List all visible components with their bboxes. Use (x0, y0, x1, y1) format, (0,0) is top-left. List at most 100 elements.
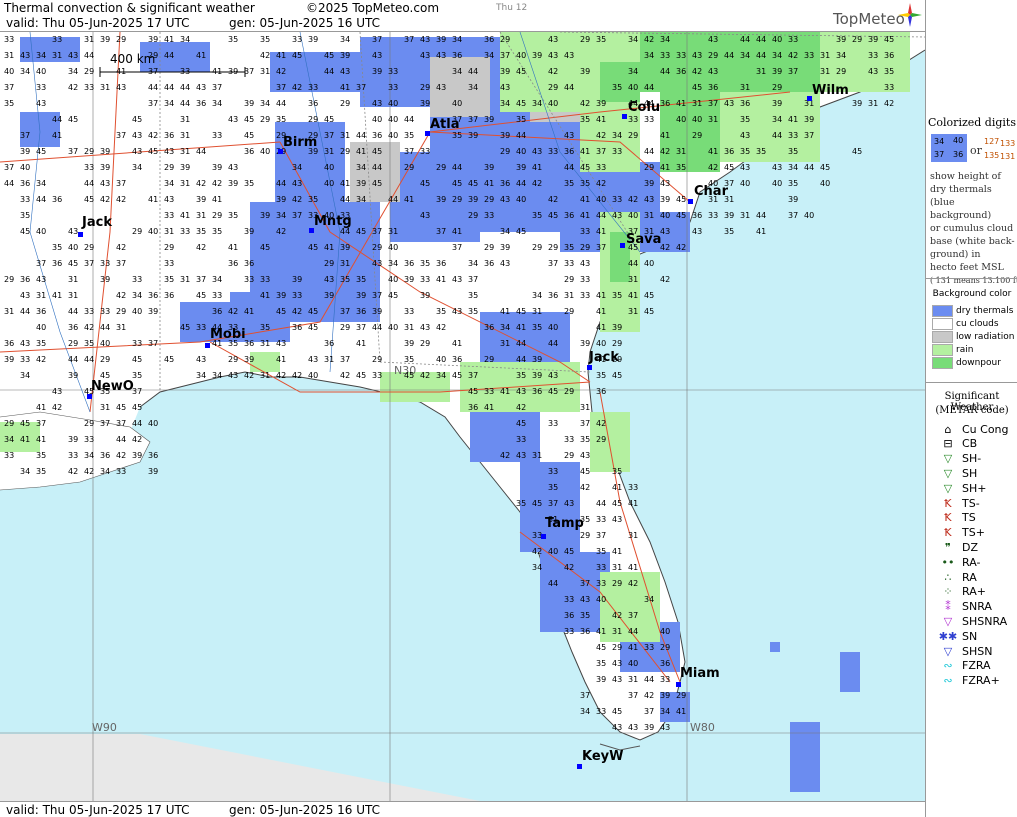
legend-panel: Colorized digits 34 40 37 36 or 127 133 … (925, 0, 1017, 817)
city-jack-fl[interactable]: Jack (589, 350, 619, 365)
legend-label: Cu Cong (962, 422, 1009, 436)
thermal-digit: 42 (260, 51, 271, 60)
thermal-digit: 39 (228, 67, 239, 76)
thermal-digit: 44 (100, 323, 111, 332)
thermal-digit: 45 (564, 547, 575, 556)
city-tamp[interactable]: Tamp (545, 516, 584, 531)
thermal-digit: 33 (420, 275, 431, 284)
city-miam[interactable]: Miam (680, 666, 720, 681)
thermal-digit: 35 (308, 195, 319, 204)
thermal-digit: 31 (68, 275, 79, 284)
thermal-digit: 40 (4, 67, 15, 76)
thermal-digit: 45 (884, 35, 895, 44)
thermal-digit: 44 (644, 83, 655, 92)
thermal-digit: 45 (612, 707, 623, 716)
city-wilm[interactable]: Wilm (812, 83, 849, 98)
thermal-digit: 39 (260, 211, 271, 220)
thermal-digit: 43 (196, 83, 207, 92)
thermal-digit: 33 (100, 259, 111, 268)
weather-map[interactable]: 400 km W90 W80 N30 33 33 31 39 29 39 41 34 35 35 3… (0, 32, 925, 801)
thermal-digit: 36 (468, 403, 479, 412)
thermal-digit: 33 (132, 275, 143, 284)
thermal-digit: 42 (100, 195, 111, 204)
thermal-digit: 45 (164, 355, 175, 364)
thermal-digit: 45 (36, 147, 47, 156)
thermal-digit: 29 (580, 243, 591, 252)
thermal-digit: 29 (148, 51, 159, 60)
thermal-digit: 40 (324, 179, 335, 188)
thermal-digit: 33 (580, 227, 591, 236)
thermal-digit: 29 (660, 643, 671, 652)
thermal-digit: 40 (148, 419, 159, 428)
thermal-digit: 29 (612, 643, 623, 652)
thermal-digit: 44 (468, 67, 479, 76)
thermal-digit: 39 (244, 227, 255, 236)
city-mobi[interactable]: Mobi (210, 327, 246, 342)
thermal-digit: 45 (68, 115, 79, 124)
thermal-digit: 36 (580, 627, 591, 636)
thermal-digit: 45 (516, 419, 527, 428)
thermal-digit: 33 (292, 35, 303, 44)
thermal-digit: 29 (372, 355, 383, 364)
city-atla[interactable]: Atla (430, 117, 460, 132)
thermal-digit: 34 (500, 323, 511, 332)
thermal-digit: 37 (324, 131, 335, 140)
thermal-digit: 45 (420, 179, 431, 188)
copyright: ©2025 TopMeteo.com (306, 1, 440, 15)
thermal-digit: 43 (692, 51, 703, 60)
thermal-digit: 41 (612, 547, 623, 556)
thermal-digit: 33 (660, 675, 671, 684)
thermal-digit: 43 (132, 131, 143, 140)
thermal-digit: 40 (772, 35, 783, 44)
thermal-digit: 45 (260, 243, 271, 252)
thermal-digit: 41 (36, 435, 47, 444)
thermal-digit: 40 (660, 627, 671, 636)
thermal-digit: 44 (548, 579, 559, 588)
city-char[interactable]: Char (694, 184, 728, 199)
thermal-digit: 33 (212, 291, 223, 300)
thermal-digit: 35 (532, 323, 543, 332)
thermal-digit: 31 (628, 307, 639, 316)
thermal-digit: 42 (36, 355, 47, 364)
thermal-digit: 31 (628, 675, 639, 684)
thermal-digit: 36 (660, 659, 671, 668)
thermal-digit: 36 (740, 99, 751, 108)
thermal-digit: 35 (468, 307, 479, 316)
thunderstorm-light-icon: Ꝁ (944, 496, 952, 510)
thermal-digit: 43 (68, 51, 79, 60)
thermal-digit: 43 (164, 195, 175, 204)
thermal-digit: 29 (532, 243, 543, 252)
thermal-digit: 45 (356, 227, 367, 236)
legend-rain: rain (932, 343, 973, 356)
city-birm[interactable]: Birm (283, 135, 317, 150)
city-keyw[interactable]: KeyW (582, 749, 623, 764)
city-mntg[interactable]: Mntg (314, 214, 352, 229)
thermal-digit: 43 (500, 83, 511, 92)
thermal-digit: 40 (596, 595, 607, 604)
thermal-digit: 45 (452, 371, 463, 380)
city-colu[interactable]: Colu (628, 100, 660, 115)
thermal-digit: 40 (388, 275, 399, 284)
thermal-digit: 41 (260, 291, 271, 300)
thermal-digit: 40 (372, 115, 383, 124)
thermal-digit: 41 (516, 323, 527, 332)
legend-label: SHSNRA (962, 614, 1008, 628)
thermal-digit: 41 (676, 99, 687, 108)
thermal-digit: 45 (324, 115, 335, 124)
thermal-digit: 37 (116, 179, 127, 188)
thermal-digit: 29 (708, 51, 719, 60)
city-sava[interactable]: Sava (626, 232, 661, 247)
thermal-digit: 45 (308, 323, 319, 332)
thermal-digit: 29 (132, 227, 143, 236)
thermal-digit: 33 (804, 51, 815, 60)
thermal-digit: 43 (228, 115, 239, 124)
sample-white-digits: 127 133 135 131 (984, 137, 1016, 161)
thermal-digit: 42 (196, 179, 207, 188)
thermal-digit: 35 (580, 115, 591, 124)
city-newo[interactable]: NewO (91, 379, 134, 394)
city-jack-ms[interactable]: Jack (82, 215, 112, 230)
thermal-digit: 41 (164, 35, 175, 44)
thermal-digit: 44 (644, 675, 655, 684)
thermal-digit: 41 (276, 355, 287, 364)
thermal-digit: 45 (644, 291, 655, 300)
